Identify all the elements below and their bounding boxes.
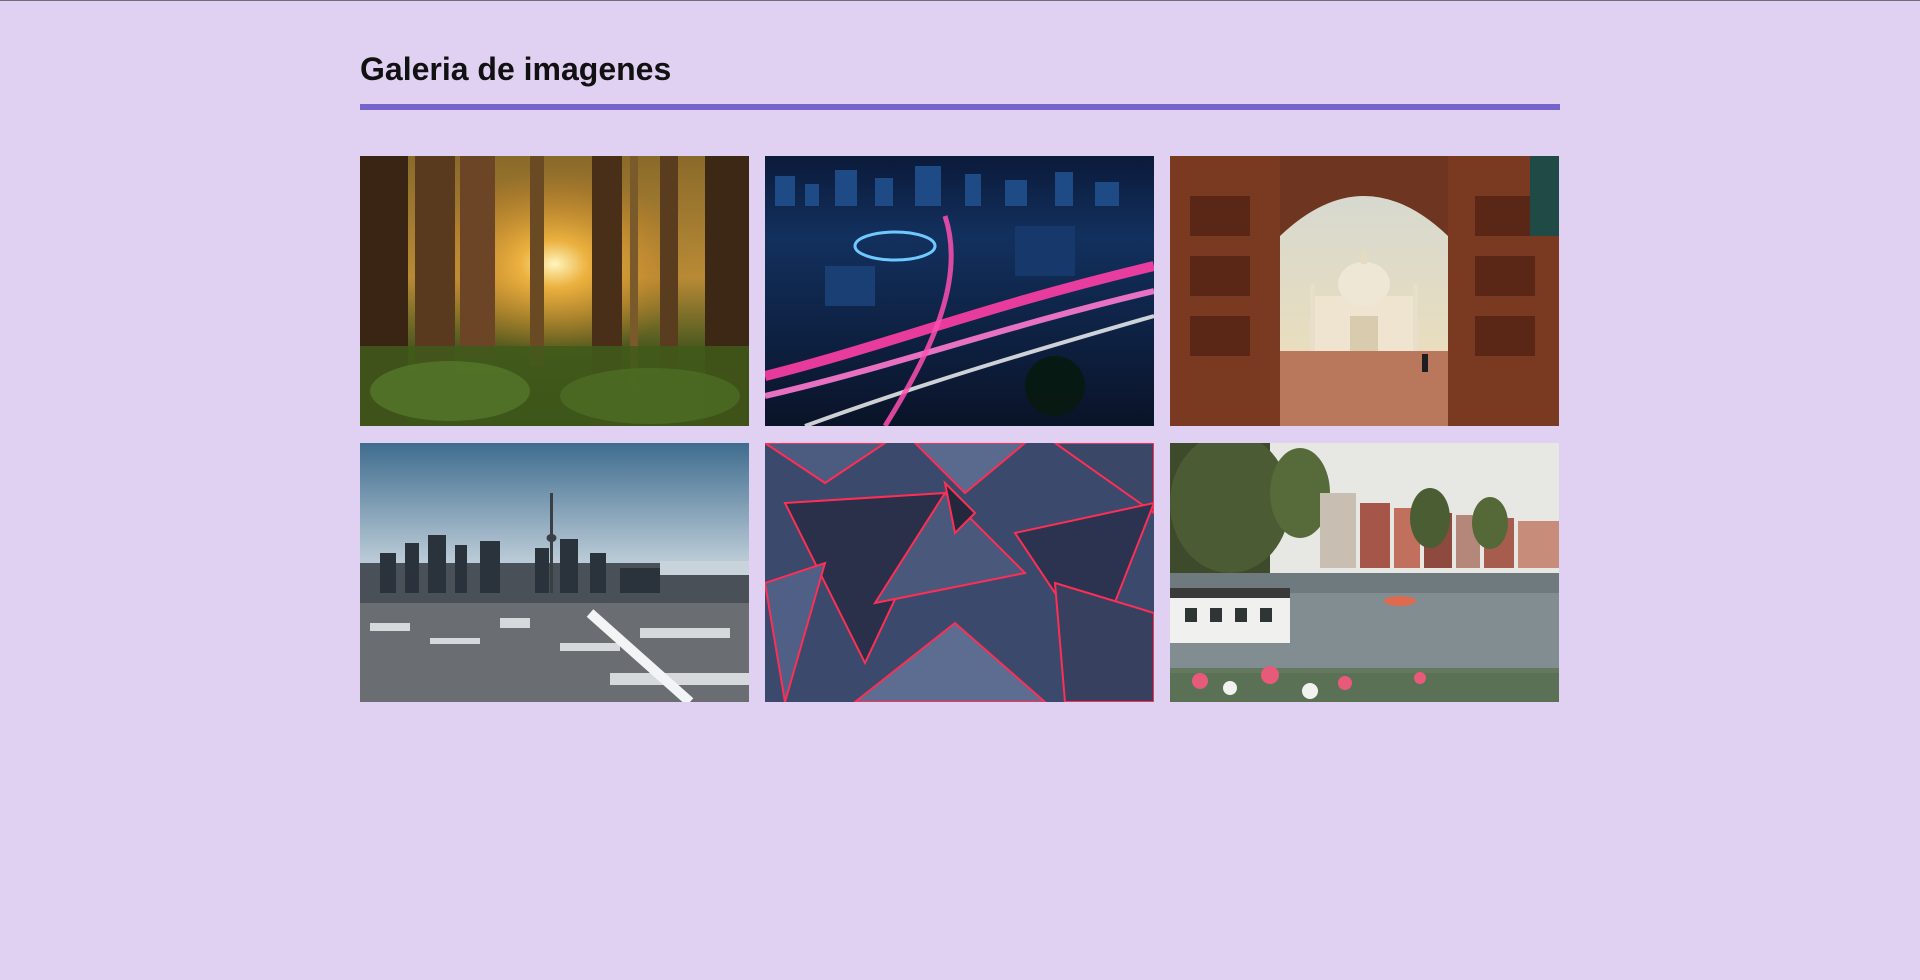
gallery-image-taj-mahal[interactable] (1170, 156, 1559, 426)
gallery-image-canal[interactable] (1170, 443, 1559, 702)
page-title: Galeria de imagenes (360, 51, 672, 87)
window-top-border (0, 0, 1920, 1)
gallery-image-abstract-triangles[interactable] (765, 443, 1154, 702)
title-underline (360, 104, 1560, 110)
gallery-image-forest[interactable] (360, 156, 749, 426)
gallery-image-city-skyline[interactable] (360, 443, 749, 702)
gallery-image-city-night[interactable] (765, 156, 1154, 426)
gallery-page: Galeria de imagenes (360, 50, 1560, 702)
image-grid (360, 156, 1560, 702)
